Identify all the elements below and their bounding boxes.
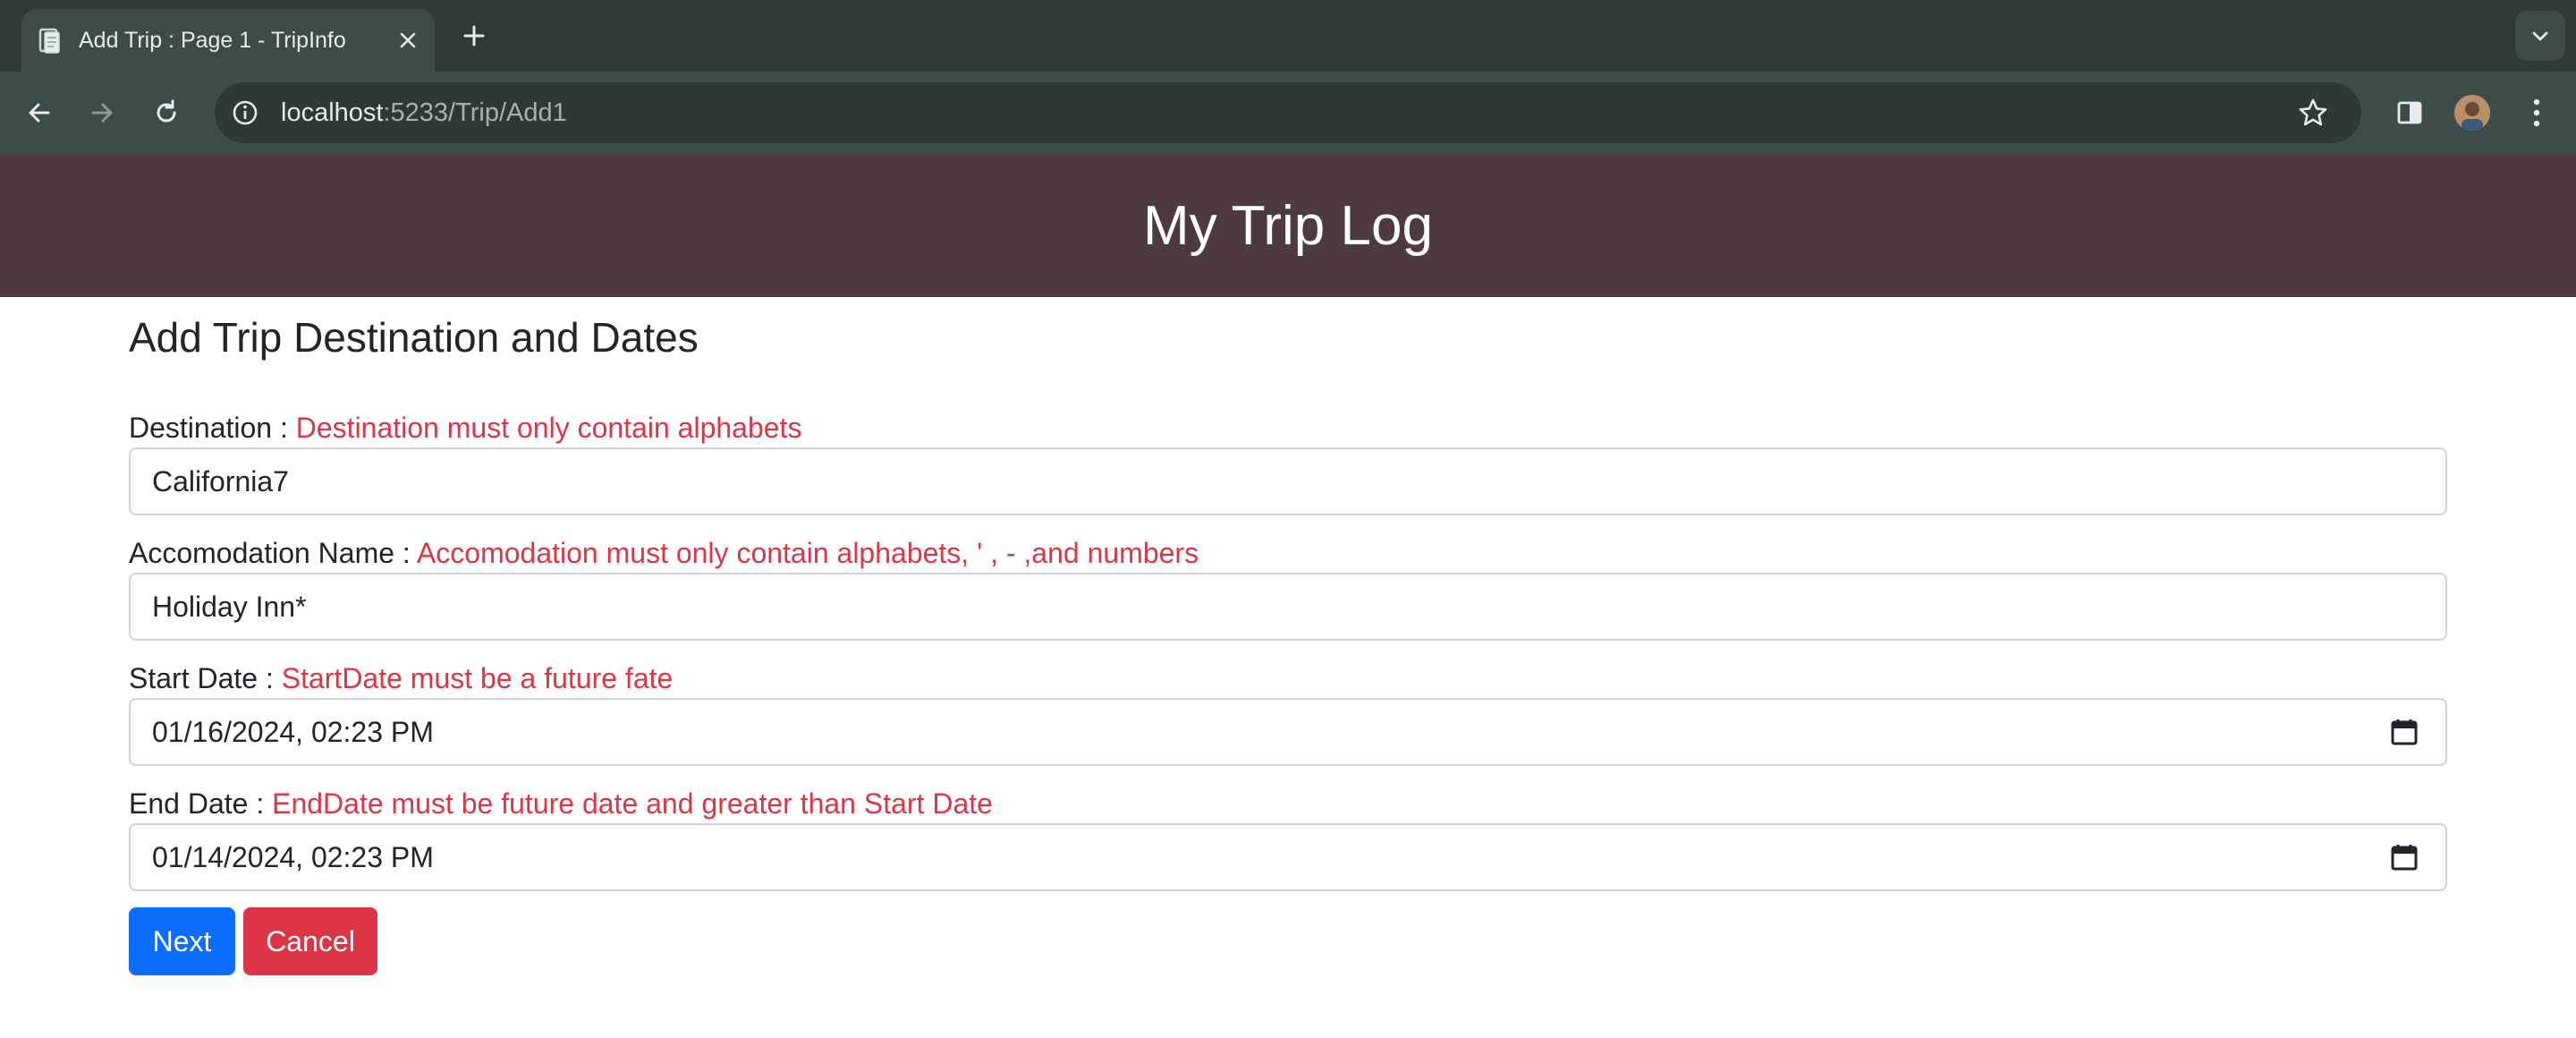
end-date-group: End Date : EndDate must be future date a… — [129, 784, 2447, 891]
url-text[interactable]: localhost:5233/Trip/Add1 — [281, 82, 567, 143]
start-date-value: 01/16/2024, 02:23 PM — [152, 716, 434, 748]
reload-icon[interactable] — [145, 91, 188, 134]
destination-value: California7 — [152, 465, 289, 498]
end-date-label: End Date : — [129, 787, 273, 820]
end-date-error: EndDate must be future date and greater … — [272, 787, 993, 820]
accommodation-value: Holiday Inn* — [152, 591, 307, 623]
close-icon[interactable] — [394, 26, 422, 55]
start-date-label: Start Date : — [129, 662, 282, 694]
destination-input[interactable]: California7 — [129, 447, 2447, 515]
star-icon[interactable] — [2295, 95, 2331, 131]
kebab-menu-icon[interactable] — [2519, 91, 2555, 134]
file-icon — [36, 27, 64, 55]
tab-title: Add Trip : Page 1 - TripInfo — [79, 28, 346, 53]
accommodation-error: Accomodation must only contain alphabets… — [416, 537, 1199, 569]
accommodation-label: Accomodation Name : — [129, 537, 417, 569]
url-path: :5233/Trip/Add1 — [383, 98, 567, 127]
start-date-error: StartDate must be a future fate — [281, 662, 674, 694]
destination-label: Destination : — [129, 412, 296, 444]
calendar-icon[interactable] — [2390, 718, 2419, 746]
browser-tab-strip: Add Trip : Page 1 - TripInfo — [0, 0, 2576, 72]
accommodation-input[interactable]: Holiday Inn* — [129, 573, 2447, 641]
address-bar[interactable]: localhost:5233/Trip/Add1 — [215, 82, 2361, 143]
start-date-input[interactable]: 01/16/2024, 02:23 PM — [129, 698, 2447, 766]
next-button[interactable]: Next — [129, 907, 235, 975]
cancel-button[interactable]: Cancel — [243, 907, 377, 975]
info-icon[interactable] — [227, 95, 263, 131]
browser-tab[interactable]: Add Trip : Page 1 - TripInfo — [21, 9, 435, 72]
end-date-input[interactable]: 01/14/2024, 02:23 PM — [129, 823, 2447, 891]
site-header: My Trip Log — [0, 154, 2576, 297]
page-title: Add Trip Destination and Dates — [129, 314, 699, 361]
site-title: My Trip Log — [1143, 194, 1433, 257]
destination-group: Destination : Destination must only cont… — [129, 408, 2447, 515]
side-panel-icon[interactable] — [2388, 91, 2431, 134]
back-arrow-icon[interactable] — [18, 91, 61, 134]
end-date-value: 01/14/2024, 02:23 PM — [152, 841, 434, 873]
forward-arrow-icon[interactable] — [80, 91, 123, 134]
plus-icon[interactable] — [456, 18, 492, 54]
url-host: localhost — [281, 98, 384, 127]
chevron-down-icon[interactable] — [2515, 11, 2565, 61]
calendar-icon[interactable] — [2390, 843, 2419, 872]
avatar[interactable] — [2454, 95, 2490, 131]
browser-toolbar: localhost:5233/Trip/Add1 — [0, 72, 2576, 154]
accommodation-group: Accomodation Name : Accomodation must on… — [129, 533, 2447, 641]
start-date-group: Start Date : StartDate must be a future … — [129, 659, 2447, 766]
destination-error: Destination must only contain alphabets — [295, 412, 802, 444]
